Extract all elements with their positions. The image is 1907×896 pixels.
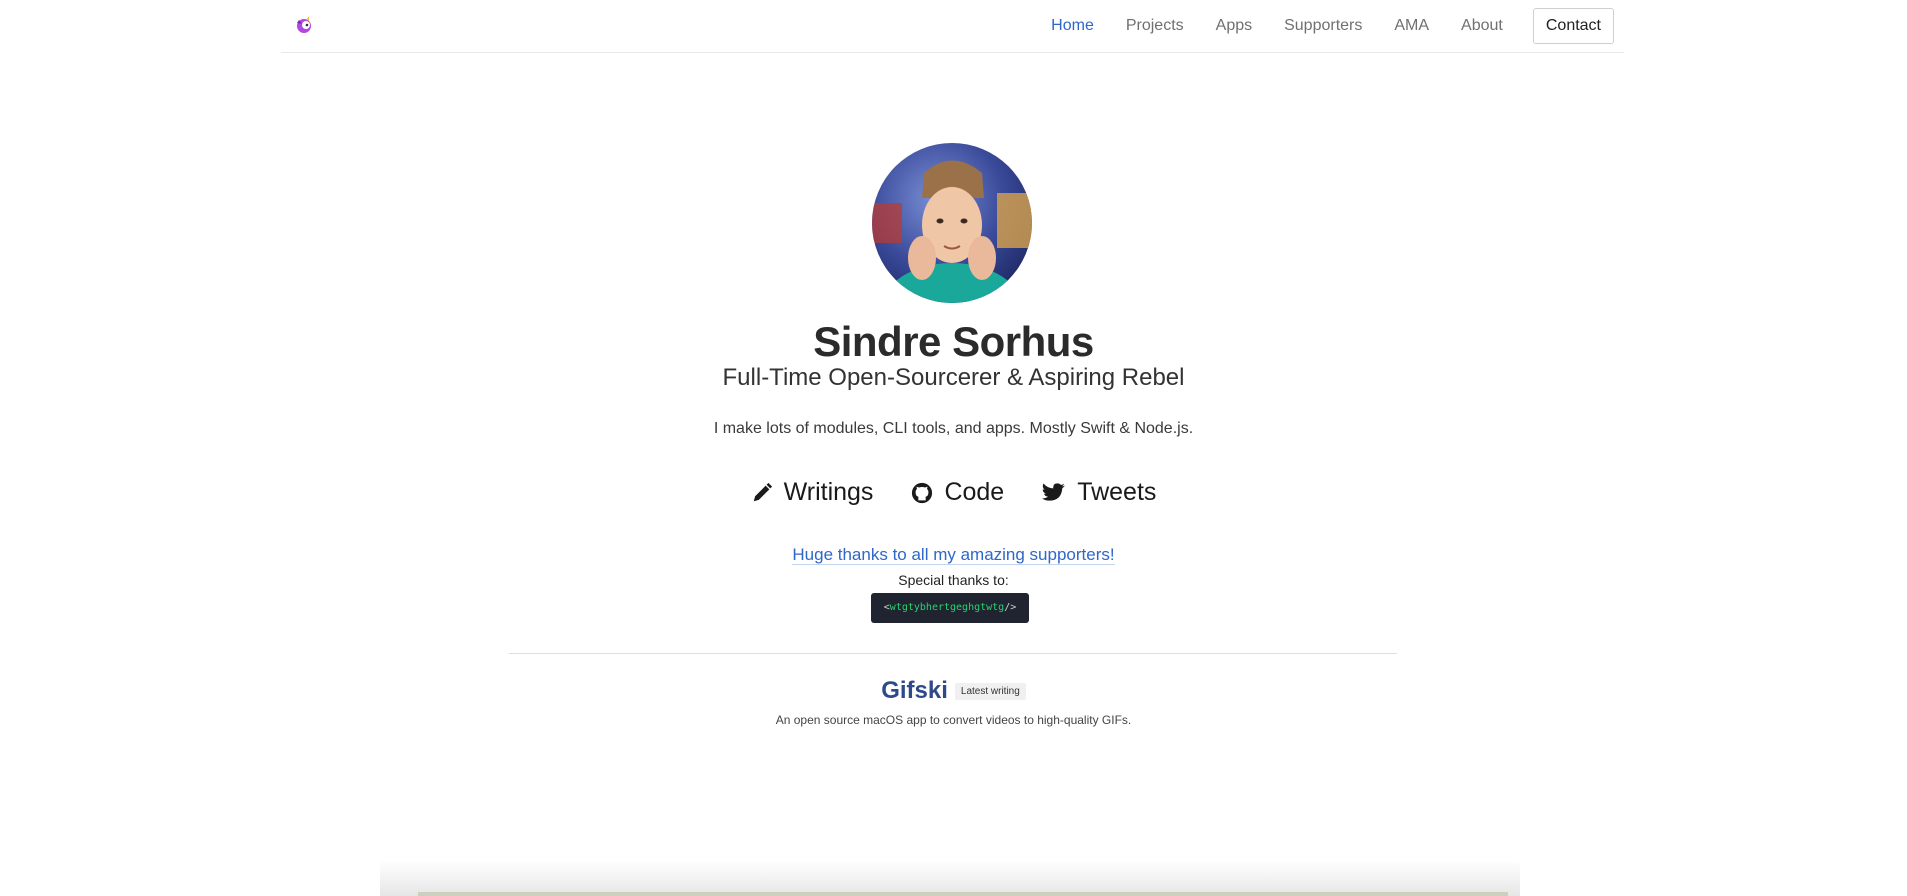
profile-name: Sindre Sorhus: [813, 318, 1094, 365]
special-thanks-label: Special thanks to:: [898, 572, 1009, 588]
nav-ama[interactable]: AMA: [1394, 8, 1429, 44]
nav-projects[interactable]: Projects: [1126, 8, 1184, 44]
nav-about[interactable]: About: [1461, 8, 1503, 44]
sponsor-name: wtgtybhertgeghgtwtg: [889, 602, 1005, 613]
nav-supporters[interactable]: Supporters: [1284, 8, 1362, 44]
supporters-section: Huge thanks to all my amazing supporters…: [0, 545, 1907, 565]
nav-apps[interactable]: Apps: [1216, 8, 1252, 44]
latest-writing: Gifski Latest writing: [0, 677, 1907, 705]
supporters-link[interactable]: Huge thanks to all my amazing supporters…: [792, 545, 1115, 565]
latest-writing-badge: Latest writing: [954, 682, 1026, 700]
bottom-shadow: [380, 860, 1520, 896]
github-icon: [912, 482, 933, 503]
writings-link[interactable]: Writings: [751, 478, 874, 507]
code-label: Code: [944, 478, 1005, 506]
latest-writing-description: An open source macOS app to convert vide…: [775, 713, 1132, 727]
section-divider: [509, 653, 1397, 654]
sponsor-badge[interactable]: <wtgtybhertgeghgtwtg/>: [871, 593, 1029, 623]
avatar: [872, 143, 1032, 303]
tweets-link[interactable]: Tweets: [1042, 478, 1156, 507]
sponsor-close-tag: />: [1004, 602, 1017, 613]
bottom-bar: [418, 892, 1508, 896]
top-navbar: Home Projects Apps Supporters AMA About …: [281, 0, 1624, 53]
contact-button[interactable]: Contact: [1532, 8, 1614, 44]
avatar-photo: [872, 143, 1032, 303]
profile-intro: I make lots of modules, CLI tools, and a…: [713, 420, 1194, 437]
twitter-icon: [1042, 482, 1066, 501]
latest-writing-title[interactable]: Gifski: [881, 677, 948, 705]
pencil-icon: [753, 482, 772, 501]
main-nav: Home Projects Apps Supporters AMA About …: [1019, 8, 1614, 44]
writings-label: Writings: [783, 478, 874, 506]
code-link[interactable]: Code: [911, 478, 1004, 507]
nav-home[interactable]: Home: [1051, 8, 1094, 44]
unicorn-icon[interactable]: [293, 14, 315, 36]
profile-tagline: Full-Time Open-Sourcerer & Aspiring Rebe…: [722, 364, 1185, 391]
social-links: Writings Code Tweets: [0, 478, 1907, 507]
tweets-label: Tweets: [1077, 478, 1157, 506]
